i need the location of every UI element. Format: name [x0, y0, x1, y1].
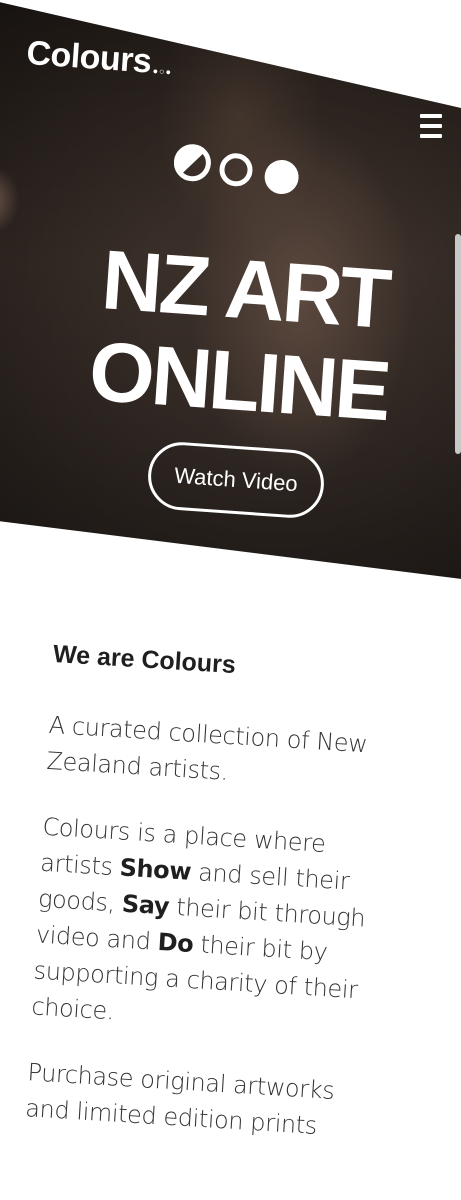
about-heading: We are Colours [52, 640, 237, 680]
desc-say: Say [121, 889, 170, 921]
hero-headline: NZ ART ONLINE [76, 233, 408, 439]
about-tagline: A curated collection of New Zealand arti… [45, 710, 369, 786]
logo-text: Colours [25, 34, 153, 81]
logo-dots: ●○● [152, 65, 173, 78]
about-description: Colours is a place where artists Show an… [30, 809, 393, 1046]
scrollbar[interactable] [455, 234, 461, 454]
circle-outline-icon [219, 153, 253, 187]
desc-do: Do [156, 927, 195, 959]
bottom-fade [0, 1176, 461, 1200]
circle-filled-icon [264, 159, 299, 194]
page: Colours●○● NZ ART ONLINE Watch Video We … [0, 0, 461, 1200]
three-circles-icon [174, 144, 299, 194]
hamburger-icon[interactable] [420, 114, 442, 138]
menu-line [420, 124, 442, 128]
watch-video-button[interactable]: Watch Video [145, 439, 327, 521]
purchase-text: Purchase original artworks and limited e… [24, 1058, 336, 1140]
about-section: We are Colours A curated collection of N… [22, 640, 403, 1177]
menu-line [420, 134, 442, 138]
desc-show: Show [118, 853, 192, 886]
hero-background-detail [0, 165, 20, 235]
menu-line [420, 114, 442, 118]
